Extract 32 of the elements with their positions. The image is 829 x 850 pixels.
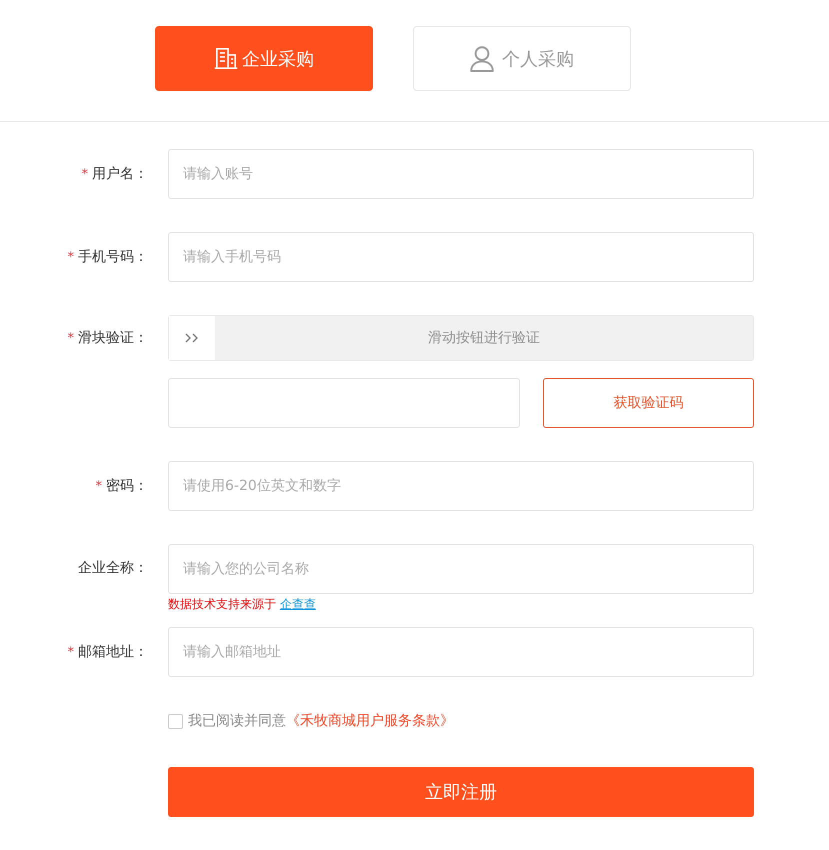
input-field[interactable]: 请使用6-20位英文和数字 [168,461,754,511]
terms-link[interactable]: 《禾牧商城用户服务条款》 [286,713,454,729]
register-button[interactable]: 立即注册 [168,767,754,817]
source-link[interactable]: 企查查 [280,597,316,611]
field-label: 密码： [106,477,148,495]
agreement-text: 我已阅读并同意《禾牧商城用户服务条款》 [188,712,454,730]
required-mark: * [68,330,74,346]
field-label: 邮箱地址： [78,643,148,661]
slider-handle[interactable] [169,316,215,360]
input-field[interactable]: 请输入邮箱地址 [168,627,754,677]
source-note: 数据技术支持来源于 企查查 [168,596,316,613]
double-chevron-icon [185,333,199,343]
slider-hint: 滑动按钮进行验证 [427,329,541,348]
tab[interactable]: 个人采购 [413,26,631,91]
field-label: 手机号码： [78,248,148,266]
required-mark: * [68,250,74,264]
checkbox[interactable] [168,714,183,728]
tab[interactable]: 企业采购 [155,26,373,91]
input-field[interactable]: 请输入账号 [168,149,754,199]
field-label: 滑块验证： [78,329,148,347]
slider-track[interactable]: 滑动按钮进行验证 [168,315,754,361]
field-label: 企业全称： [78,559,148,577]
input-field[interactable]: 请输入您的公司名称 [168,544,754,594]
field-label: 用户名： [92,165,148,183]
code-field[interactable] [168,378,520,428]
get-code-button[interactable]: 获取验证码 [543,378,754,428]
input-field[interactable]: 请输入手机号码 [168,232,754,282]
required-mark: * [68,644,74,660]
person-icon [470,46,494,72]
required-mark: * [82,166,88,182]
required-mark: * [96,478,102,494]
building-icon [214,48,238,69]
